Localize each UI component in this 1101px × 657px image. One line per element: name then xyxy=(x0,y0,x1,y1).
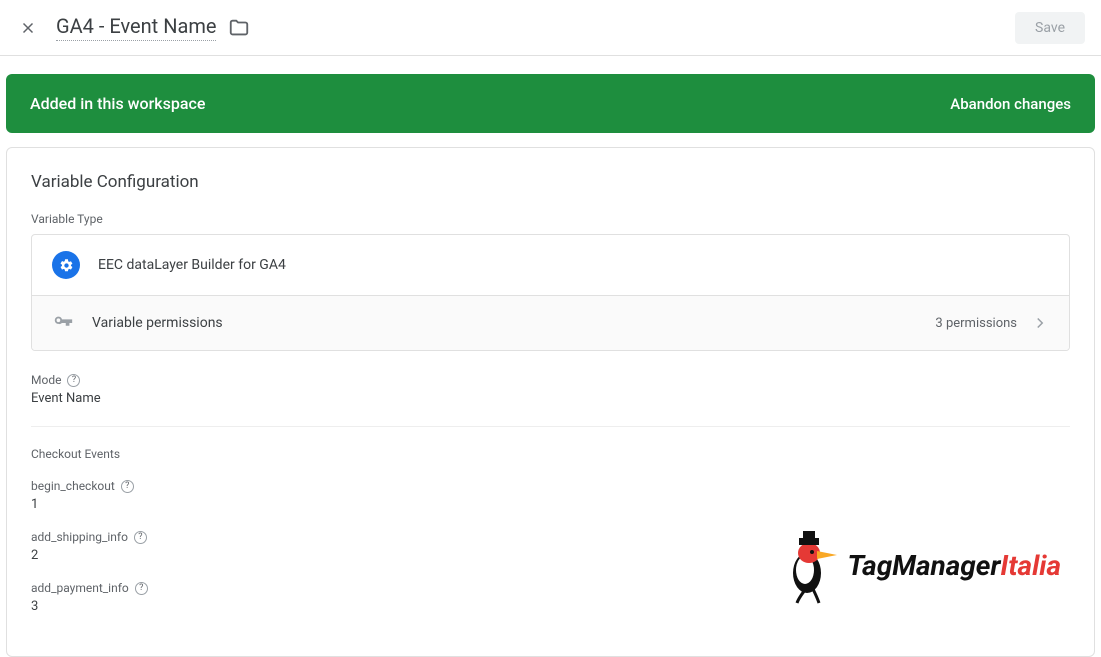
key-icon xyxy=(52,312,74,334)
help-icon[interactable]: ? xyxy=(67,374,80,387)
chevron-right-icon xyxy=(1031,314,1049,332)
section-title: Variable Configuration xyxy=(31,172,1070,192)
field-label: add_shipping_info xyxy=(31,530,128,544)
variable-type-box: EEC dataLayer Builder for GA4 Variable p… xyxy=(31,234,1070,351)
save-button[interactable]: Save xyxy=(1015,12,1085,44)
mode-label: Mode xyxy=(31,373,61,387)
variable-type-name: EEC dataLayer Builder for GA4 xyxy=(98,257,286,273)
help-icon[interactable]: ? xyxy=(121,480,134,493)
header: GA4 - Event Name Save xyxy=(0,0,1101,56)
bird-icon xyxy=(779,525,839,605)
begin-checkout-field: begin_checkout ? 1 xyxy=(31,479,1070,512)
close-icon[interactable] xyxy=(16,16,40,40)
watermark-text2: Italia xyxy=(1000,549,1061,582)
divider xyxy=(31,426,1070,427)
gear-icon xyxy=(52,251,80,279)
mode-value: Event Name xyxy=(31,391,1070,406)
variable-permissions-row[interactable]: Variable permissions 3 permissions xyxy=(32,296,1069,350)
abandon-changes-button[interactable]: Abandon changes xyxy=(950,95,1071,113)
field-label: begin_checkout xyxy=(31,479,115,493)
mode-field: Mode ? Event Name xyxy=(31,373,1070,406)
watermark-logo: TagManagerItalia xyxy=(779,525,1061,605)
banner-message: Added in this workspace xyxy=(30,94,205,113)
field-label: add_payment_info xyxy=(31,581,129,595)
variable-type-row[interactable]: EEC dataLayer Builder for GA4 xyxy=(32,235,1069,296)
help-icon[interactable]: ? xyxy=(134,531,147,544)
folder-icon[interactable] xyxy=(228,17,250,39)
page-title[interactable]: GA4 - Event Name xyxy=(56,14,216,41)
field-value: 1 xyxy=(31,497,1070,512)
workspace-banner: Added in this workspace Abandon changes xyxy=(6,74,1095,133)
checkout-events-label: Checkout Events xyxy=(31,447,1070,461)
permissions-count: 3 permissions xyxy=(935,316,1017,331)
permissions-label: Variable permissions xyxy=(92,315,223,331)
help-icon[interactable]: ? xyxy=(135,582,148,595)
watermark-text1: TagManager xyxy=(847,549,1000,582)
variable-type-label: Variable Type xyxy=(31,212,1070,226)
